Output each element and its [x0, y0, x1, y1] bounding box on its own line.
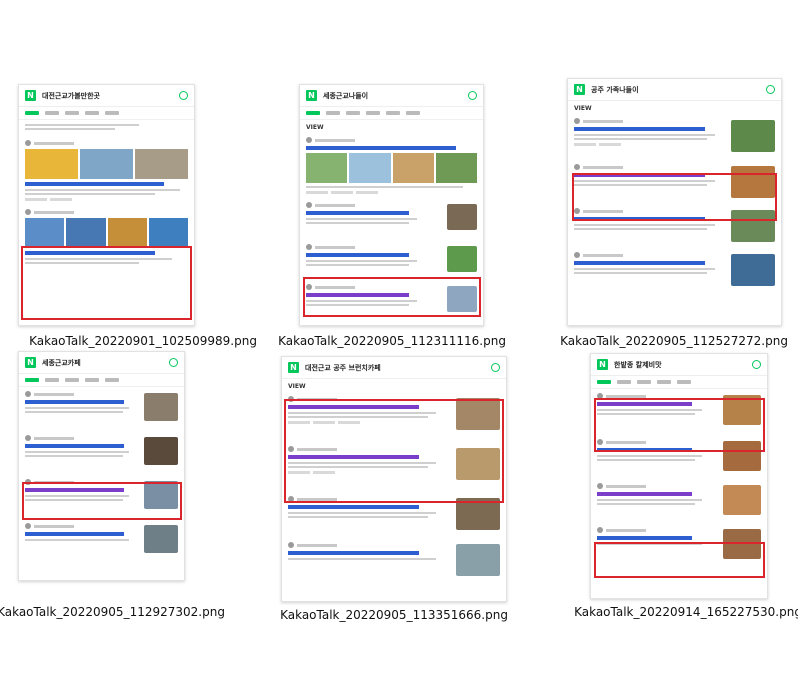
file-thumbnail-6[interactable]: N 한밭종 칼제비맛 — [590, 353, 768, 599]
file-name: KakaoTalk_20220901_102509989.png — [29, 334, 257, 348]
search-icon — [766, 85, 775, 94]
search-icon — [491, 363, 500, 372]
highlight-box — [594, 542, 765, 578]
file-thumbnail-1[interactable]: N 대전근교가볼만한곳 — [18, 84, 195, 326]
highlight-box — [594, 398, 765, 452]
naver-logo-icon: N — [574, 84, 585, 95]
search-query: 세종근교나들이 — [323, 91, 369, 100]
view-label: VIEW — [288, 383, 306, 390]
highlight-box — [303, 277, 481, 317]
file-tile-1[interactable]: N 대전근교가볼만한곳 KakaoTalk_20220901_102509989… — [18, 84, 268, 354]
search-query: 대전근교 공주 브런치카페 — [305, 363, 381, 372]
file-thumbnail-4[interactable]: N 세종근교카페 — [18, 351, 185, 581]
highlight-box — [22, 482, 182, 520]
search-query: 세종근교카페 — [42, 358, 81, 367]
file-tile-3[interactable]: N 공주 가족나들이 VIEW KakaoTalk_20220905_11252… — [560, 78, 798, 354]
file-thumbnail-2[interactable]: N 세종근교나들이 VIEW — [299, 84, 484, 326]
file-name: KakaoTalk_20220905_112527272.png — [560, 334, 788, 348]
file-tile-6[interactable]: N 한밭종 칼제비맛 KakaoTalk_20220914_165227530.… — [574, 353, 798, 619]
file-name: KakaoTalk_20220905_112311116.png — [278, 334, 506, 348]
naver-logo-icon: N — [25, 357, 36, 368]
search-icon — [468, 91, 477, 100]
file-tile-2[interactable]: N 세종근교나들이 VIEW KakaoTalk_20220905_112311… — [278, 84, 549, 354]
naver-logo-icon: N — [288, 362, 299, 373]
search-icon — [752, 360, 761, 369]
view-label: VIEW — [306, 124, 324, 131]
file-name: KakaoTalk_20220905_112927302.png — [0, 605, 225, 619]
highlight-box — [572, 173, 777, 221]
file-thumbnail-3[interactable]: N 공주 가족나들이 VIEW — [567, 78, 782, 326]
file-thumbnail-5[interactable]: N 대전근교 공주 브런치카페 VIEW — [281, 356, 507, 602]
search-query: 공주 가족나들이 — [591, 85, 639, 94]
search-icon — [169, 358, 178, 367]
file-name: KakaoTalk_20220905_113351666.png — [280, 608, 508, 622]
search-query: 대전근교가볼만한곳 — [42, 91, 100, 100]
naver-logo-icon: N — [25, 90, 36, 101]
search-query: 한밭종 칼제비맛 — [614, 360, 662, 369]
naver-logo-icon: N — [306, 90, 317, 101]
view-label: VIEW — [574, 105, 592, 112]
highlight-box — [284, 399, 504, 503]
file-tile-4[interactable]: N 세종근교카페 KakaoTalk_20220905_112927302.pn… — [0, 351, 268, 619]
file-grid: N 대전근교가볼만한곳 KakaoTalk_20220901_102509989… — [0, 0, 798, 700]
highlight-box — [21, 246, 192, 320]
file-name: KakaoTalk_20220914_165227530.png — [574, 605, 798, 619]
naver-logo-icon: N — [597, 359, 608, 370]
file-tile-5[interactable]: N 대전근교 공주 브런치카페 VIEW KakaoTalk_20220905_… — [280, 356, 531, 622]
search-icon — [179, 91, 188, 100]
